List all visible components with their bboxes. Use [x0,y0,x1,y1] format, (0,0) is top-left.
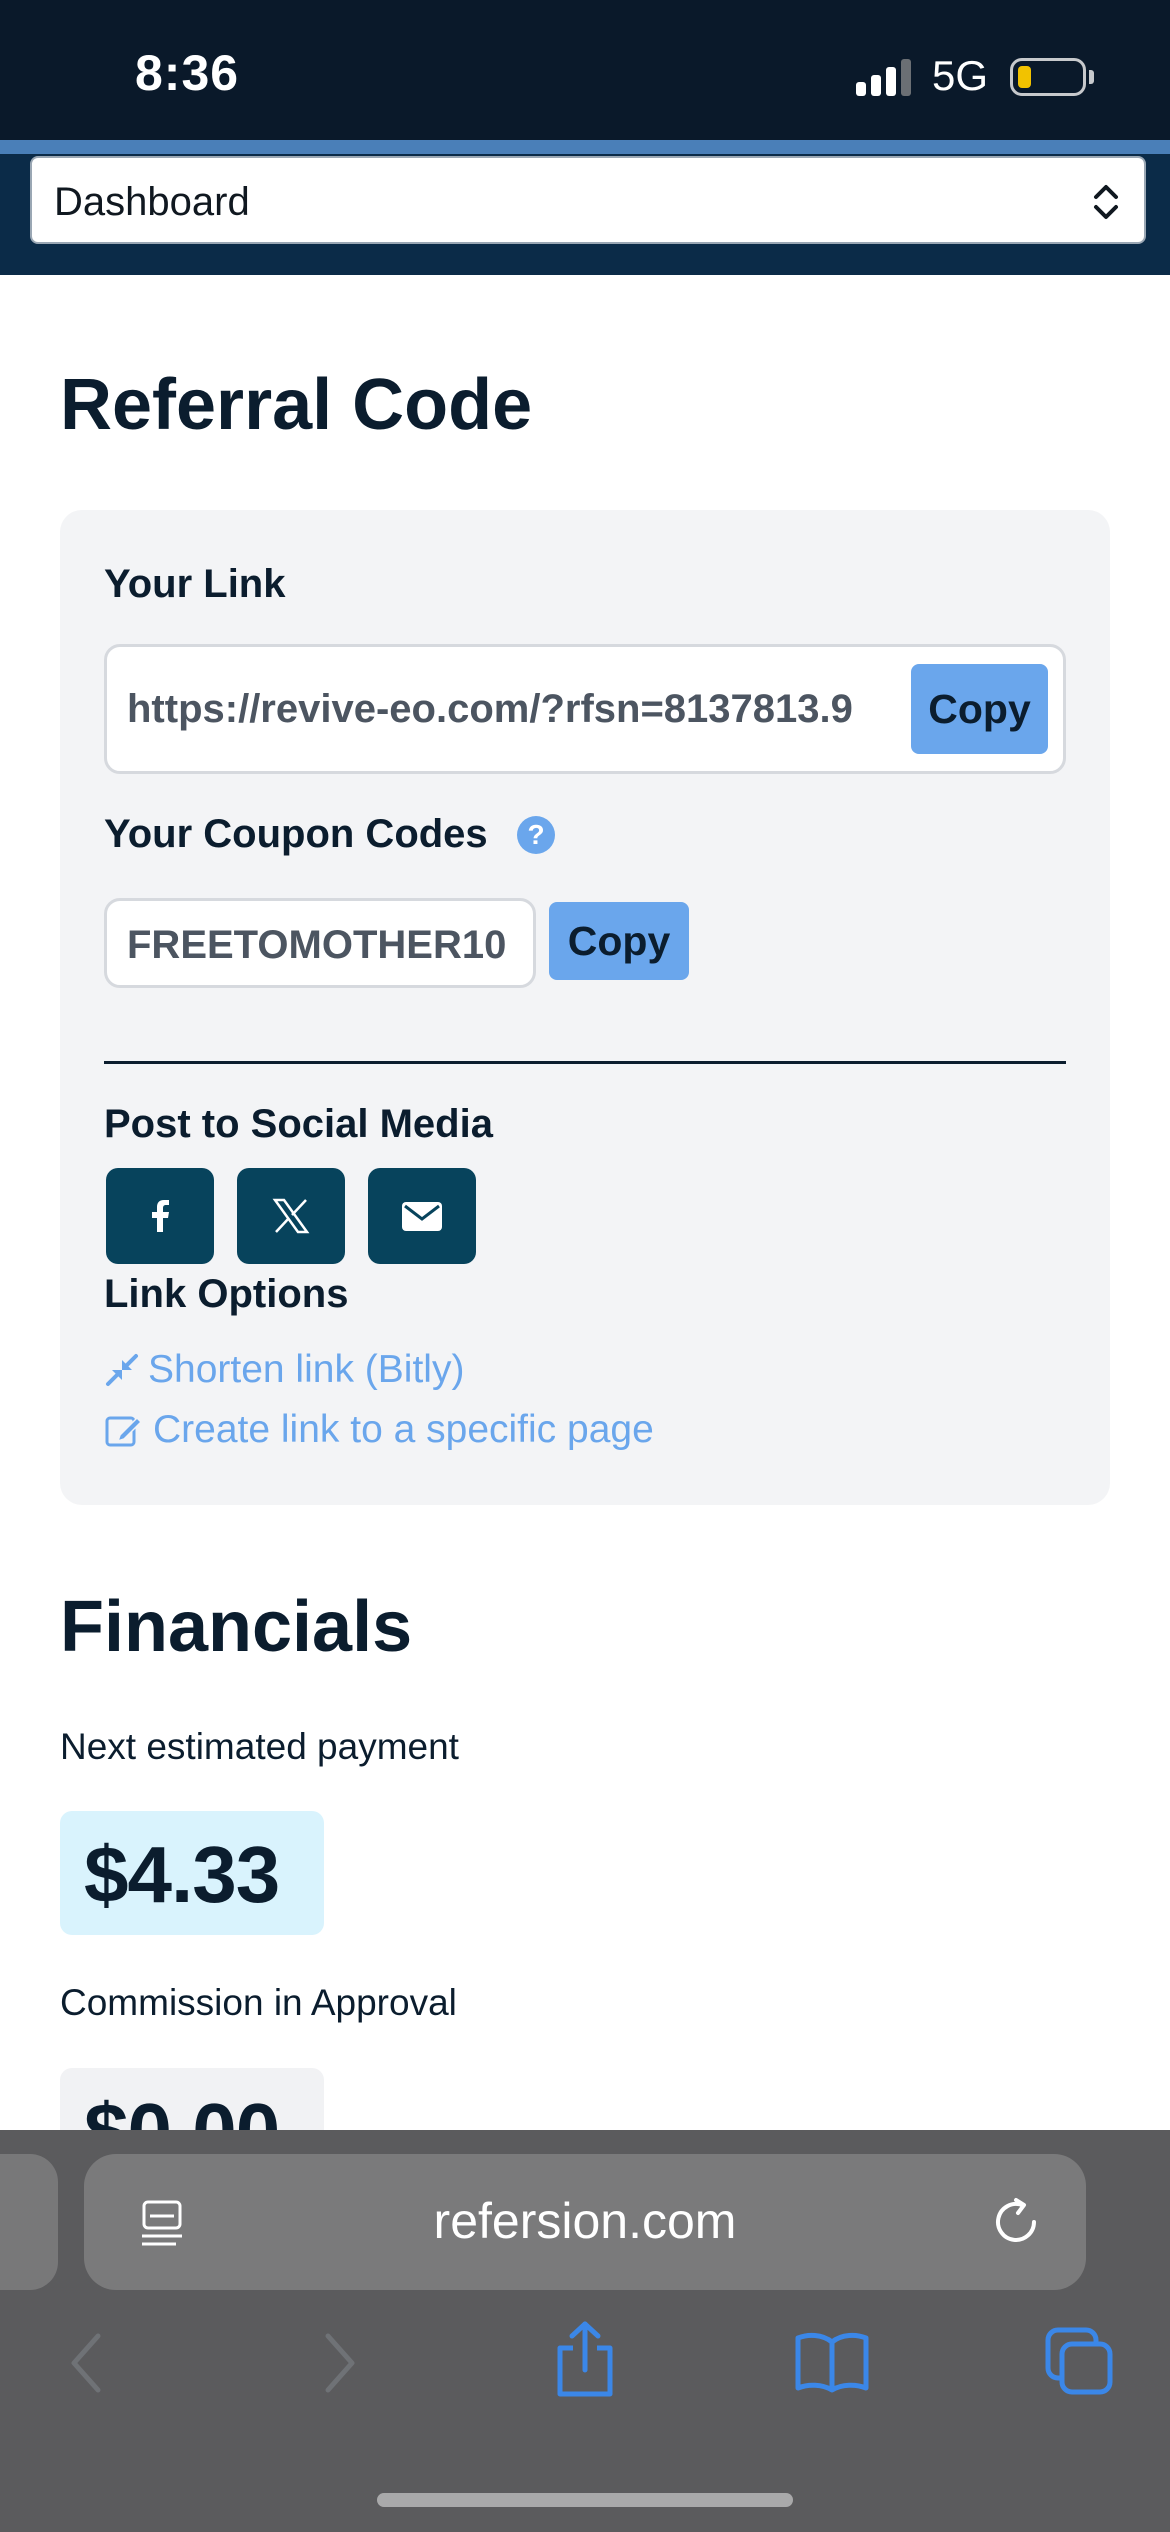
referral-card: Your Link https://revive-eo.com/?rfsn=81… [60,510,1110,1505]
referral-link-value[interactable]: https://revive-eo.com/?rfsn=8137813.9 [127,687,897,732]
mail-icon [402,1202,442,1231]
financials-title: Financials [60,1587,413,1667]
signal-icon [856,58,916,96]
edit-icon [105,1416,143,1447]
tabs-icon[interactable] [1044,2326,1114,2396]
divider [104,1061,1066,1064]
back-icon[interactable] [66,2328,106,2398]
shorten-link-label[interactable]: Shorten link (Bitly) [148,1348,464,1392]
x-icon [272,1198,310,1234]
select-value: Dashboard [54,180,250,224]
previous-tab-peek[interactable] [0,2154,58,2290]
approval-label: Commission in Approval [60,1982,457,2023]
header-strip [0,140,1170,154]
home-indicator[interactable] [377,2493,793,2507]
email-share-button[interactable] [368,1168,476,1264]
help-icon[interactable]: ? [517,816,555,854]
next-payment-label: Next estimated payment [60,1726,459,1767]
bookmarks-icon[interactable] [794,2330,870,2394]
browser-toolbar: refersion.com [0,2130,1170,2532]
address-bar[interactable]: refersion.com [84,2154,1086,2290]
referral-link-field[interactable]: https://revive-eo.com/?rfsn=8137813.9 Co… [104,644,1066,774]
share-icon[interactable] [548,2320,622,2400]
forward-icon[interactable] [320,2328,360,2398]
x-share-button[interactable] [237,1168,345,1264]
dashboard-select[interactable]: Dashboard [30,156,1146,244]
facebook-share-button[interactable] [106,1168,214,1264]
referral-title: Referral Code [60,365,533,445]
coupon-code-field[interactable]: FREETOMOTHER10 [104,898,536,988]
coupon-codes-label: Your Coupon Codes [104,812,488,856]
compress-icon [106,1354,138,1386]
header-band: Dashboard [0,140,1170,275]
your-link-label: Your Link [104,562,286,606]
next-payment-amount: $4.33 [84,1830,280,1919]
status-time: 8:36 [135,45,240,101]
social-media-label: Post to Social Media [104,1102,493,1146]
next-payment-box: $4.33 [60,1811,324,1935]
battery-icon [1010,58,1086,96]
link-options-label: Link Options [104,1272,349,1316]
coupon-code-value[interactable]: FREETOMOTHER10 [127,923,517,968]
chevron-updown-icon [1094,185,1118,219]
status-bar: 8:36 5G [0,0,1170,140]
facebook-icon [152,1200,169,1232]
battery-nub [1089,70,1094,84]
copy-coupon-button[interactable]: Copy [549,902,689,980]
reload-icon[interactable] [988,2194,1044,2250]
create-page-link-label[interactable]: Create link to a specific page [153,1408,654,1452]
url-text[interactable]: refersion.com [84,2192,1086,2250]
copy-link-button[interactable]: Copy [911,664,1048,754]
network-label: 5G [932,52,989,99]
